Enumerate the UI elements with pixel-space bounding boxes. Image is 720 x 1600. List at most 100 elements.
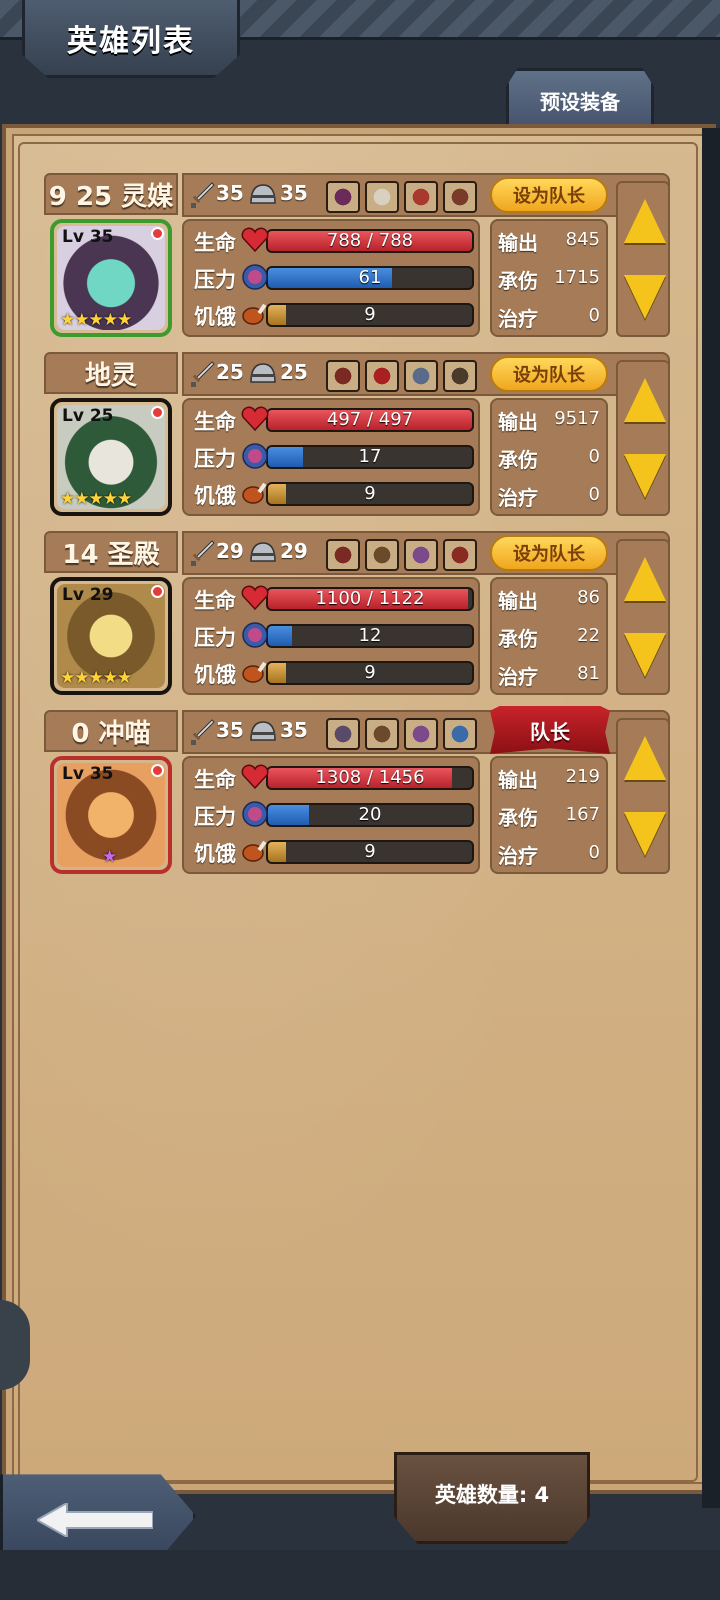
gear-slot[interactable] (326, 539, 360, 571)
damage-dealt-value: 9517 (554, 408, 600, 429)
down-arrow-icon[interactable] (624, 812, 666, 856)
gear-slot[interactable] (326, 360, 360, 392)
hunger-stat: 饥饿 9 (190, 476, 474, 510)
healing-done-value: 0 (588, 305, 600, 326)
star-rating: ★ (102, 847, 117, 867)
hero-card[interactable]: 地灵 25 25 设为队长 Lv 25 ★★★★★ 生命 497 / 497 压力 17 饥饿 9 输出… (44, 352, 675, 520)
helmet-icon (248, 539, 276, 567)
gear-slot[interactable] (404, 539, 438, 571)
up-arrow-icon[interactable] (624, 736, 666, 780)
gear-slot[interactable] (443, 718, 477, 750)
combat-record-box: 输出 219 承伤 167 治疗 0 (490, 756, 608, 874)
stress-bar: 12 (266, 624, 474, 648)
sword-icon (190, 360, 216, 388)
gear-slot[interactable] (365, 718, 399, 750)
brain-icon (240, 620, 270, 650)
damage-dealt: 输出 219 (498, 760, 602, 794)
gear-slot[interactable] (443, 360, 477, 392)
hero-name: 0 冲喵 (44, 710, 178, 752)
hunger-stat: 饥饿 9 (190, 834, 474, 868)
hero-portrait[interactable]: Lv 25 ★★★★★ (50, 398, 172, 516)
hero-card[interactable]: 0 冲喵 35 35 队长 Lv 35 ★ 生命 1308 / 1456 压力 20 饥饿 9 输出 21… (44, 706, 675, 878)
hp-value: 1308 / 1456 (315, 767, 425, 788)
stat-label: 饥饿 (194, 842, 236, 866)
hp-stat: 生命 788 / 788 (190, 223, 474, 257)
down-arrow-icon[interactable] (624, 275, 666, 319)
hero-card[interactable]: 14 圣殿 29 29 设为队长 Lv 29 ★★★★★ 生命 1100 / 1122 压力 12… (44, 531, 675, 699)
healing-done: 治疗 0 (498, 836, 602, 870)
gear-slot[interactable] (326, 181, 360, 213)
hp-value: 788 / 788 (326, 230, 414, 251)
damage-taken: 承伤 1715 (498, 261, 602, 295)
hero-portrait[interactable]: Lv 29 ★★★★★ (50, 577, 172, 695)
damage-dealt-value: 845 (565, 229, 600, 250)
stress-stat: 压力 12 (190, 618, 474, 652)
combat-record-box: 输出 9517 承伤 0 治疗 0 (490, 398, 608, 516)
damage-dealt-value: 219 (565, 766, 600, 787)
hero-card[interactable]: 9 25 灵媒 35 35 设为队长 Lv 35 ★★★★★ 生命 788 / 788 压力 61… (44, 173, 675, 341)
heart-icon (240, 225, 270, 255)
hp-stat: 生命 1100 / 1122 (190, 581, 474, 615)
stat-label: 生命 (194, 231, 236, 255)
gear-slot[interactable] (404, 181, 438, 213)
up-arrow-icon[interactable] (624, 199, 666, 243)
attack-value: 29 (216, 539, 244, 563)
notification-dot (151, 227, 164, 240)
gear-slot[interactable] (404, 360, 438, 392)
damage-taken-label: 承伤 (498, 806, 538, 830)
gear-slot[interactable] (443, 539, 477, 571)
gear-slot[interactable] (365, 360, 399, 392)
stress-stat: 压力 17 (190, 439, 474, 473)
stat-label: 饥饿 (194, 305, 236, 329)
sword-icon (190, 718, 216, 746)
down-arrow-icon[interactable] (624, 454, 666, 498)
preset-equipment-tab[interactable]: 预设装备 (506, 68, 654, 130)
gear-slot[interactable] (365, 539, 399, 571)
heart-icon (240, 404, 270, 434)
stat-label: 压力 (194, 447, 236, 471)
up-arrow-icon[interactable] (624, 378, 666, 422)
gear-slot[interactable] (365, 181, 399, 213)
hero-level: Lv 25 (62, 406, 114, 426)
stat-label: 生命 (194, 410, 236, 434)
hero-portrait[interactable]: Lv 35 ★ (50, 756, 172, 874)
hero-portrait[interactable]: Lv 35 ★★★★★ (50, 219, 172, 337)
damage-taken-value: 22 (577, 625, 600, 646)
stress-value: 12 (358, 625, 382, 646)
gear-slot[interactable] (326, 718, 360, 750)
gear-slot[interactable] (404, 718, 438, 750)
damage-taken-label: 承伤 (498, 448, 538, 472)
gear-slot[interactable] (443, 181, 477, 213)
hp-stat: 生命 1308 / 1456 (190, 760, 474, 794)
meat-icon (240, 478, 270, 508)
healing-done-value: 81 (577, 663, 600, 684)
hunger-bar: 9 (266, 482, 474, 506)
hunger-bar: 9 (266, 303, 474, 327)
healing-done-label: 治疗 (498, 307, 538, 331)
stat-label: 压力 (194, 268, 236, 292)
hunger-value: 9 (364, 662, 376, 683)
damage-taken: 承伤 167 (498, 798, 602, 832)
set-leader-button[interactable]: 设为队长 (490, 356, 608, 392)
damage-dealt-label: 输出 (498, 410, 538, 434)
hp-value: 1100 / 1122 (315, 588, 425, 609)
meat-icon (240, 299, 270, 329)
attack-value: 25 (216, 360, 244, 384)
hp-bar: 788 / 788 (266, 229, 474, 253)
damage-taken-label: 承伤 (498, 269, 538, 293)
sword-icon (190, 181, 216, 209)
hero-name: 地灵 (44, 352, 178, 394)
healing-done: 治疗 0 (498, 299, 602, 333)
set-leader-button[interactable]: 设为队长 (490, 177, 608, 213)
down-arrow-icon[interactable] (624, 633, 666, 677)
set-leader-button[interactable]: 设为队长 (490, 535, 608, 571)
heart-icon (240, 583, 270, 613)
combat-record-box: 输出 86 承伤 22 治疗 81 (490, 577, 608, 695)
notification-dot (151, 406, 164, 419)
stress-stat: 压力 20 (190, 797, 474, 831)
helmet-icon (248, 718, 276, 746)
damage-dealt: 输出 845 (498, 223, 602, 257)
damage-taken-value: 167 (565, 804, 600, 825)
up-arrow-icon[interactable] (624, 557, 666, 601)
healing-done: 治疗 81 (498, 657, 602, 691)
